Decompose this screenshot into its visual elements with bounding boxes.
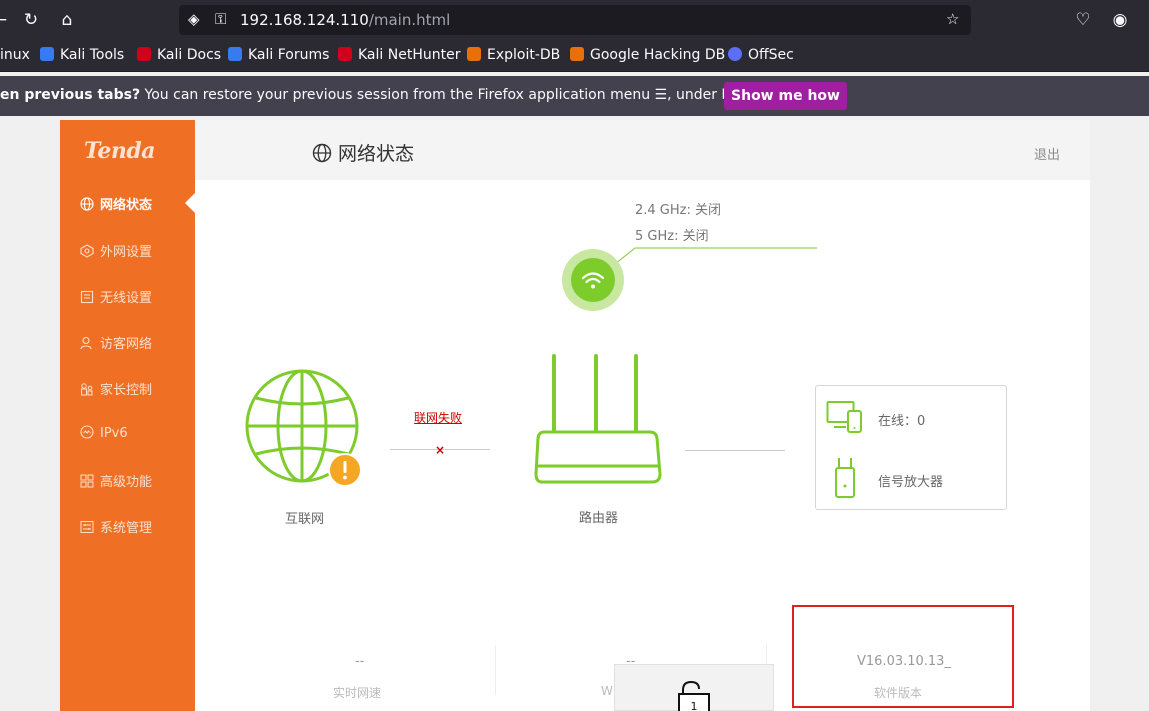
connection-failed-link[interactable]: 联网失败 [414,409,462,426]
advanced-icon [80,474,94,488]
bookmark-kali-forums[interactable]: Kali Forums [228,47,329,63]
wifi-connector-line [609,247,817,269]
url-path: /main.html [368,11,451,29]
offsec-icon [728,47,742,61]
sidebar-item-system[interactable]: 系统管理 [80,517,152,537]
exploit-db-icon [467,47,481,61]
firmware-highlight-box [792,605,1014,708]
url-text[interactable]: 192.168.124.110/main.html [240,11,450,29]
nethunter-icon [338,47,352,61]
active-menu-indicator [185,193,195,213]
content-header: 网络状态 退出 [195,120,1090,180]
wifi-icon[interactable] [561,248,625,312]
url-bar[interactable]: ◈ ⚿ 192.168.124.110/main.html ☆ [179,5,971,35]
kali-forums-icon [228,47,242,61]
sidebar-item-advanced[interactable]: 高级功能 [80,471,152,491]
router-devices-line [685,450,785,451]
sidebar-item-wireless[interactable]: 无线设置 [80,287,152,307]
bookmark-google-hacking-db[interactable]: Google Hacking DB [570,47,725,63]
internet-label: 互联网 [285,512,325,527]
globe-icon [80,197,94,211]
signal-extender-icon [835,458,855,498]
bookmarks-bar: inux Kali Tools Kali Docs Kali Forums Ka… [0,40,1149,72]
sidebar-item-parental[interactable]: 家长控制 [80,379,152,399]
kali-icon [40,47,54,61]
bookmark-kali-nethunter[interactable]: Kali NetHunter [338,47,460,63]
notice-message: en previous tabs? You can restore your p… [0,87,774,103]
online-count: 在线：0 [878,414,926,429]
shield-icon[interactable]: ◈ [188,10,200,28]
home-icon[interactable]: ⌂ [55,8,79,32]
tenda-logo: Tenda [84,138,155,164]
popup-number: 1 [691,700,698,711]
logout-link[interactable]: 退出 [1034,144,1060,163]
sidebar-item-ipv6[interactable]: IPv6 [80,425,128,445]
system-icon [80,521,94,533]
reload-icon[interactable]: ↻ [19,8,43,32]
overlay-popup[interactable]: 1 [614,664,774,711]
sidebar-item-guest[interactable]: 访客网络 [80,333,152,353]
show-me-how-button[interactable]: Show me how [724,82,847,110]
router-label: 路由器 [579,511,619,526]
router-icon[interactable] [534,352,664,487]
devices-panel[interactable]: 在线：0 信号放大器 [815,385,1007,510]
browser-toolbar: ← ↻ ⌂ ◈ ⚿ 192.168.124.110/main.html ☆ ♡ … [0,0,1149,40]
stat-2-label: W [601,684,613,698]
bookmark-exploit-db[interactable]: Exploit-DB [467,47,560,63]
warning-icon [328,453,362,487]
wireless-icon [80,290,94,304]
ghdb-icon [570,47,584,61]
page-title: 网络状态 [312,139,414,166]
bookmark-star-icon[interactable]: ☆ [946,10,959,28]
kali-docs-icon [137,47,151,61]
back-icon[interactable]: ← [0,8,12,32]
bookmark-kali-docs[interactable]: Kali Docs [137,47,221,63]
sidebar-item-wan[interactable]: 外网设置 [80,241,152,261]
sidebar: Tenda 网络状态 外网设置 无线设置 访客网络 家长控制 IPv6 高级功能… [60,120,195,711]
lock-warning-icon[interactable]: ⚿ [215,10,226,28]
parental-icon [81,383,93,396]
wan-icon [80,244,94,258]
url-host: 192.168.124.110 [240,11,369,29]
realtime-speed-label: 实时网速 [333,686,382,700]
realtime-speed-value: -- [355,654,365,669]
disconnect-x-icon: × [435,443,446,457]
bookmark-kali-linux[interactable]: inux [0,47,30,63]
account-icon[interactable]: ◉ [1108,8,1132,32]
pocket-icon[interactable]: ♡ [1071,8,1095,32]
guest-icon [80,336,92,350]
wifi-24-status: 2.4 GHz: 关闭 [635,203,721,218]
bookmark-kali-tools[interactable]: Kali Tools [40,47,124,63]
bookmark-offsec[interactable]: OffSec [728,47,794,63]
sidebar-item-network-status[interactable]: 网络状态 [80,194,152,214]
globe-icon [312,143,332,163]
unlock-icon[interactable]: 1 [677,680,713,711]
extender-label: 信号放大器 [878,475,944,490]
ipv6-icon [80,425,94,439]
devices-icon [826,401,862,433]
stat-divider [495,645,496,695]
session-restore-notice: en previous tabs? You can restore your p… [0,76,1149,116]
